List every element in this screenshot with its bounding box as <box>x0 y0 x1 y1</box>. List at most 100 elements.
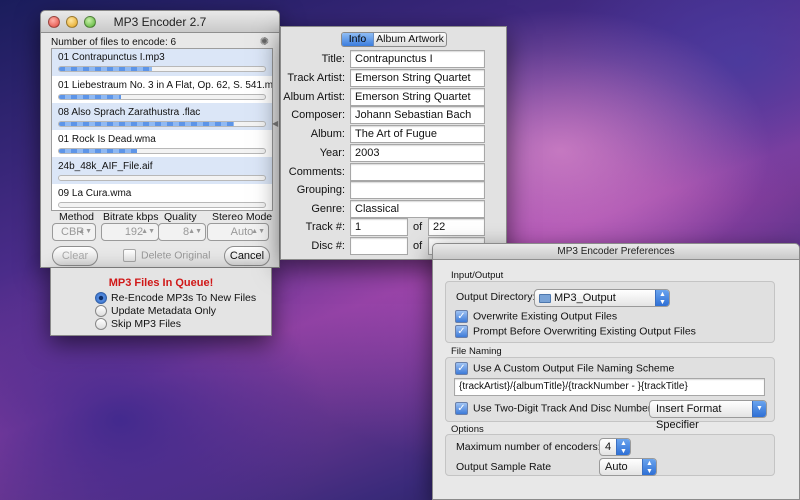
file-row[interactable]: 01 Liebestraum No. 3 in A Flat, Op. 62, … <box>52 76 272 103</box>
output-dir-label: Output Directory: <box>456 291 536 303</box>
drawer-handle-icon: ◀ <box>272 119 279 128</box>
file-row[interactable]: 01 Rock Is Dead.wma <box>52 130 272 157</box>
field-input[interactable] <box>350 163 485 181</box>
check-icon: ✓ <box>455 325 468 338</box>
field-label: Composer: <box>291 109 345 121</box>
bitrate-select[interactable]: 192 ▲▼ <box>101 223 159 241</box>
encoder-title: MP3 Encoder 2.7 <box>113 15 207 29</box>
options-group: Maximum number of encoders: 4 ▲ ▼ Output S… <box>445 434 775 476</box>
track-label: Track #: <box>305 221 345 233</box>
sample-rate-select[interactable]: Auto ▲ ▼ <box>599 458 657 476</box>
prefs-window: MP3 Encoder Preferences Input/Output Out… <box>432 243 800 500</box>
tab-info[interactable]: Info <box>342 33 374 46</box>
naming-group: ✓ Use A Custom Output File Naming Scheme … <box>445 357 775 431</box>
file-row[interactable]: 08 Also Sprach Zarathustra .flac <box>52 103 272 130</box>
prompt-label: Prompt Before Overwriting Existing Outpu… <box>473 325 696 338</box>
field-label: Genre: <box>311 203 345 215</box>
field-input[interactable]: Emerson String Quartet <box>350 88 485 106</box>
max-encoders-value: 4 <box>605 441 612 453</box>
file-row[interactable]: 24b_48k_AIF_File.aif <box>52 157 272 184</box>
queue-option-label: Update Metadata Only <box>111 305 217 317</box>
file-progress <box>58 148 266 154</box>
file-progress <box>58 66 266 72</box>
popup-arrow-icon: ▲ ▼ <box>642 459 656 475</box>
file-name: 01 Contrapunctus I.mp3 <box>58 52 165 63</box>
file-name: 09 La Cura.wma <box>58 188 132 199</box>
files-count-label: Number of files to encode: 6 <box>51 37 177 48</box>
cancel-button[interactable]: Cancel <box>224 246 270 266</box>
file-name: 24b_48k_AIF_File.aif <box>58 161 153 172</box>
stepper-icon: ▲▼ <box>251 228 265 235</box>
io-group: Output Directory: MP3_Output ▲ ▼ ✓ Overwrit… <box>445 281 775 343</box>
file-list[interactable]: 01 Contrapunctus I.mp3 01 Liebestraum No… <box>51 48 273 211</box>
overwrite-checkbox[interactable]: ✓ Overwrite Existing Output Files <box>455 310 617 323</box>
disc-of-label: of <box>413 240 423 252</box>
clear-button[interactable]: Clear <box>52 246 98 266</box>
method-select[interactable]: CBR ▲▼ <box>52 223 96 241</box>
info-drawer: ◀ Info Album Artwork Title: Contrapunctus… <box>272 26 507 260</box>
max-encoders-label: Maximum number of encoders: <box>456 441 601 453</box>
file-progress <box>58 121 266 127</box>
field-input[interactable] <box>350 181 485 199</box>
queue-option-reencode[interactable]: Re-Encode MP3s To New Files <box>95 292 256 305</box>
delete-original-box <box>123 249 136 262</box>
queue-sheet: MP3 Files In Queue! Re-Encode MP3s To Ne… <box>50 268 272 336</box>
output-dir-select[interactable]: MP3_Output ▲ ▼ <box>534 289 670 307</box>
prefs-titlebar: MP3 Encoder Preferences <box>433 244 799 260</box>
delete-original-label: Delete Original <box>141 249 211 262</box>
field-label: Year: <box>319 147 345 159</box>
field-input[interactable]: 2003 <box>350 144 485 162</box>
popup-arrow-icon: ▲ ▼ <box>616 439 630 455</box>
stereo-header: Stereo Mode <box>212 211 273 223</box>
check-icon: ✓ <box>455 402 468 415</box>
encoder-window: MP3 Encoder 2.7 Number of files to encod… <box>40 10 280 268</box>
stepper-icon: ▲▼ <box>141 228 155 235</box>
file-row[interactable]: 09 La Cura.wma <box>52 184 272 210</box>
field-input[interactable]: Emerson String Quartet <box>350 69 485 87</box>
quality-select[interactable]: 8 ▲▼ <box>158 223 206 241</box>
track-input[interactable]: 1 <box>350 218 408 236</box>
file-progress <box>58 94 266 100</box>
field-input[interactable]: Johann Sebastian Bach <box>350 106 485 124</box>
file-progress <box>58 202 266 208</box>
file-progress-fill <box>59 149 138 153</box>
bitrate-header: Bitrate kbps <box>103 211 159 223</box>
file-name: 01 Liebestraum No. 3 in A Flat, Op. 62, … <box>58 80 273 91</box>
file-progress-fill <box>59 67 152 71</box>
file-name: 08 Also Sprach Zarathustra .flac <box>58 107 201 118</box>
popup-arrow-icon: ▲ ▼ <box>655 290 669 306</box>
scheme-input[interactable]: {trackArtist}/{albumTitle}/{trackNumber … <box>454 378 765 396</box>
method-header: Method <box>59 211 95 223</box>
io-section-label: Input/Output <box>451 270 504 281</box>
track-total-input[interactable]: 22 <box>428 218 485 236</box>
prompt-checkbox[interactable]: ✓ Prompt Before Overwriting Existing Outp… <box>455 325 696 338</box>
field-input[interactable]: The Art of Fugue <box>350 125 485 143</box>
check-icon: ✓ <box>455 362 468 375</box>
close-button[interactable] <box>48 16 60 28</box>
minimize-button[interactable] <box>66 16 78 28</box>
field-label: Title: <box>321 53 345 65</box>
max-encoders-select[interactable]: 4 ▲ ▼ <box>599 438 631 456</box>
delete-original-checkbox[interactable]: Delete Original <box>123 249 210 262</box>
field-input[interactable]: Contrapunctus I <box>350 50 485 68</box>
two-digit-checkbox[interactable]: ✓ Use Two-Digit Track And Disc Numbers <box>455 402 657 415</box>
custom-scheme-checkbox[interactable]: ✓ Use A Custom Output File Naming Scheme <box>455 362 674 375</box>
file-row[interactable]: 01 Contrapunctus I.mp3 <box>52 49 272 76</box>
queue-option-skip[interactable]: Skip MP3 Files <box>95 318 182 331</box>
field-label: Grouping: <box>296 184 345 196</box>
overwrite-label: Overwrite Existing Output Files <box>473 310 618 323</box>
zoom-button[interactable] <box>84 16 96 28</box>
naming-section-label: File Naming <box>451 346 502 357</box>
queue-option-label: Skip MP3 Files <box>111 318 182 330</box>
popup-arrow-icon: ▼ <box>752 401 766 417</box>
queue-option-metadata[interactable]: Update Metadata Only <box>95 305 217 318</box>
radio-icon <box>95 318 107 331</box>
disc-input[interactable] <box>350 237 408 255</box>
field-input[interactable]: Classical <box>350 200 485 218</box>
tab-album-artwork[interactable]: Album Artwork <box>374 33 446 46</box>
stereo-select[interactable]: Auto ▲▼ <box>207 223 269 241</box>
encoder-titlebar: MP3 Encoder 2.7 <box>41 11 279 33</box>
insert-format-select[interactable]: Insert Format Specifier ▼ <box>649 400 767 431</box>
sample-rate-value: Auto <box>605 461 628 473</box>
radio-icon <box>95 305 107 318</box>
